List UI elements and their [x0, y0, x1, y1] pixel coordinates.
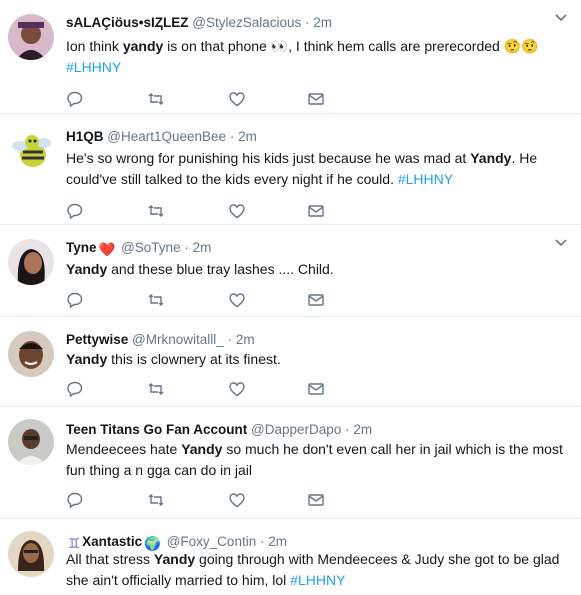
tweet-card[interactable]: H1QB @Heart1QueenBee · 2m He's so wrong … — [0, 114, 581, 225]
retweet-icon[interactable] — [147, 491, 165, 509]
avatar[interactable] — [8, 331, 54, 377]
timestamp[interactable]: 2m — [193, 240, 212, 255]
tweet-text: Mendeecees hate Yandy so much he don't e… — [66, 439, 566, 481]
keyword: yandy — [122, 38, 164, 54]
text-segment: , I think hem calls are prerecorded — [288, 38, 504, 54]
tweet-actions — [66, 202, 366, 220]
tweet-text: All that stress Yandy going through with… — [66, 549, 566, 591]
timestamp[interactable]: 2m — [353, 422, 372, 437]
envelope-icon[interactable] — [307, 491, 325, 509]
separator-dot: · — [345, 422, 350, 437]
user-handle[interactable]: @Foxy_Contin — [167, 534, 257, 549]
separator-dot: · — [184, 240, 189, 255]
user-handle[interactable]: @Mrknowitalll_ — [132, 332, 224, 347]
display-name[interactable]: Xantastic — [82, 534, 142, 549]
text-segment: and these blue tray lashes .... Child. — [107, 261, 334, 277]
text-segment: All that stress — [66, 551, 154, 567]
display-name[interactable]: sALAÇiöus•sIⱫLEZ — [66, 15, 188, 30]
separator-dot: · — [227, 332, 233, 347]
reply-icon[interactable] — [66, 90, 84, 108]
tweet-text: Yandy and these blue tray lashes .... Ch… — [66, 259, 566, 280]
tweet-actions — [66, 491, 366, 509]
chevron-down-icon[interactable] — [553, 10, 569, 26]
reply-icon[interactable] — [66, 491, 84, 509]
raised-eyebrow-emoji: 🤨🤨 — [503, 38, 539, 54]
avatar[interactable] — [8, 531, 54, 577]
display-name[interactable]: H1QB — [66, 129, 104, 144]
keyword: Yandy — [66, 351, 108, 367]
tweet-actions — [66, 380, 366, 398]
envelope-icon[interactable] — [307, 291, 325, 309]
separator-dot: · — [305, 15, 310, 30]
heart-icon[interactable] — [228, 202, 246, 220]
tweet-card[interactable]: ♊ Xantastic 🌍 @Foxy_Contin · 2m All that s… — [0, 519, 581, 595]
tweet-header: H1QB @Heart1QueenBee · 2m — [66, 128, 257, 146]
heart-icon[interactable] — [228, 90, 246, 108]
keyword: Yandy — [153, 551, 196, 567]
display-name[interactable]: Tyne — [66, 240, 97, 255]
tweet-header: Tyne ❤️ @SoTyne · 2m — [66, 239, 211, 259]
user-handle[interactable]: @DapperDapo — [251, 422, 341, 437]
hashtag-link[interactable]: #LHHNY — [290, 572, 345, 588]
avatar[interactable] — [8, 239, 54, 285]
keyword: Yandy — [470, 150, 512, 166]
display-name[interactable]: Pettywise — [66, 332, 128, 347]
tweet-actions — [66, 90, 366, 108]
tweet-text: Yandy this is clownery at its finest. — [66, 349, 566, 370]
heart-icon[interactable] — [228, 291, 246, 309]
avatar[interactable] — [8, 128, 54, 174]
timestamp[interactable]: 2m — [236, 332, 255, 347]
chevron-down-icon[interactable] — [553, 235, 569, 251]
envelope-icon[interactable] — [307, 380, 325, 398]
user-handle[interactable]: @Heart1QueenBee — [107, 129, 226, 144]
tweet-feed: sALAÇiöus•sIⱫLEZ @StylezSalacious · 2m I… — [0, 0, 581, 595]
text-segment: is on that phone — [163, 38, 271, 54]
text-segment: Mendeecees hate — [66, 441, 182, 457]
text-segment: He's so wrong for punishing his kids jus… — [66, 150, 471, 166]
retweet-icon[interactable] — [147, 380, 165, 398]
heart-icon[interactable] — [228, 380, 246, 398]
hashtag-link[interactable]: #LHHNY — [398, 171, 453, 187]
tweet-card[interactable]: Teen Titans Go Fan Account @DapperDapo ·… — [0, 407, 581, 519]
tweet-header: Pettywise @Mrknowitalll_ · 2m — [66, 331, 255, 349]
tweet-text: He's so wrong for punishing his kids jus… — [66, 148, 566, 190]
eyes-emoji: 👀 — [270, 38, 289, 54]
tweet-actions — [66, 291, 366, 309]
avatar[interactable] — [8, 419, 54, 465]
retweet-icon[interactable] — [147, 202, 165, 220]
tweet-card[interactable]: sALAÇiöus•sIⱫLEZ @StylezSalacious · 2m I… — [0, 0, 581, 114]
tweet-card[interactable]: Tyne ❤️ @SoTyne · 2m Yandy and these blue… — [0, 225, 581, 317]
avatar[interactable] — [8, 14, 54, 60]
heart-emoji-badge: ❤️ — [98, 242, 116, 257]
text-segment: Ion think — [66, 38, 123, 54]
envelope-icon[interactable] — [307, 202, 325, 220]
display-name[interactable]: Teen Titans Go Fan Account — [66, 422, 247, 437]
reply-icon[interactable] — [66, 202, 84, 220]
tweet-card[interactable]: Pettywise @Mrknowitalll_ · 2m Yandy this… — [0, 317, 581, 407]
separator-dot: · — [229, 129, 235, 144]
reply-icon[interactable] — [66, 380, 84, 398]
keyword: Yandy — [66, 261, 108, 277]
keyword: Yandy — [181, 441, 223, 457]
separator-dot: · — [259, 534, 265, 549]
retweet-icon[interactable] — [147, 291, 165, 309]
timestamp[interactable]: 2m — [313, 15, 332, 30]
text-segment: gga can do in jail — [146, 462, 253, 478]
tweet-header: Teen Titans Go Fan Account @DapperDapo ·… — [66, 421, 372, 439]
tweet-text: Ion think yandy is on that phone 👀, I th… — [66, 36, 566, 78]
text-segment: this is clownery at its finest. — [107, 351, 281, 367]
hashtag-link[interactable]: #LHHNY — [66, 59, 121, 75]
envelope-icon[interactable] — [307, 90, 325, 108]
user-handle[interactable]: @SoTyne — [121, 240, 180, 255]
reply-icon[interactable] — [66, 291, 84, 309]
heart-icon[interactable] — [228, 491, 246, 509]
timestamp[interactable]: 2m — [238, 129, 257, 144]
timestamp[interactable]: 2m — [268, 534, 287, 549]
user-handle[interactable]: @StylezSalacious — [192, 15, 301, 30]
tweet-header: sALAÇiöus•sIⱫLEZ @StylezSalacious · 2m — [66, 14, 332, 32]
retweet-icon[interactable] — [147, 90, 165, 108]
